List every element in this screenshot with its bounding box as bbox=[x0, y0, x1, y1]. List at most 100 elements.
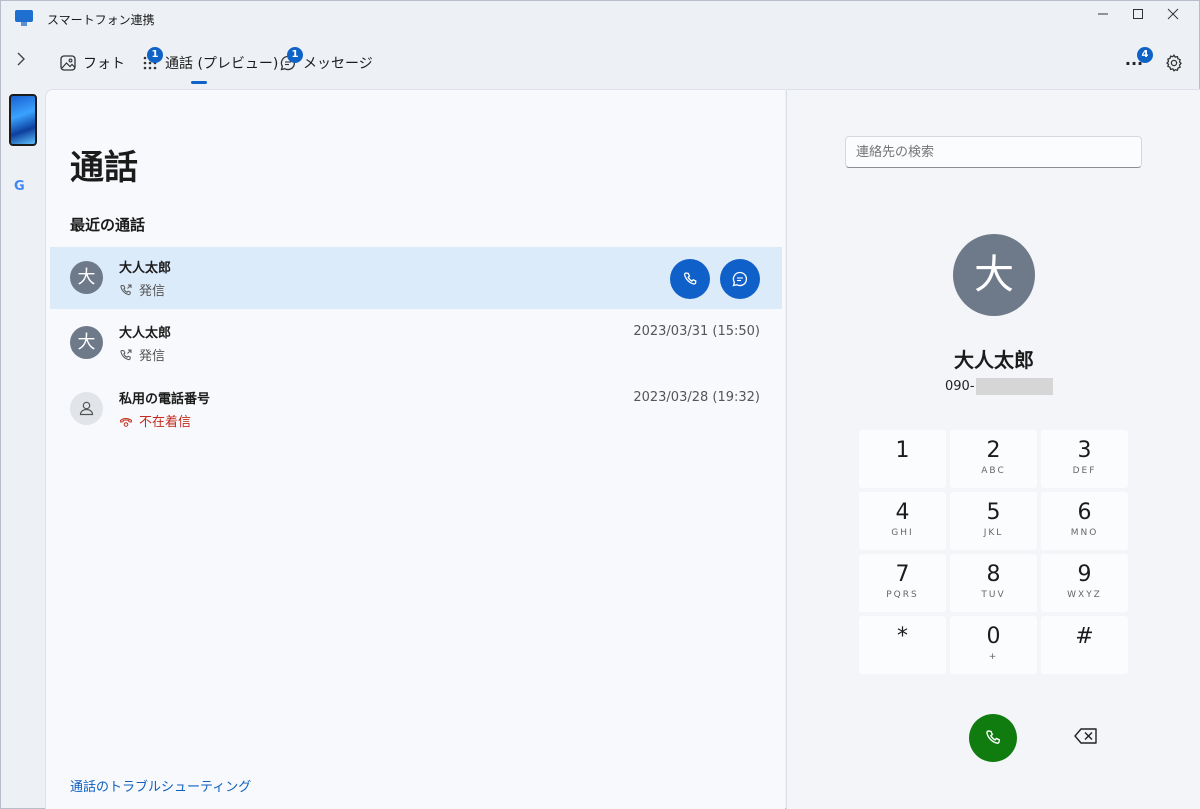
phone-icon bbox=[683, 272, 697, 285]
notification-badge: 1 bbox=[287, 47, 303, 63]
contact-avatar: 大 bbox=[953, 234, 1035, 316]
dial-key-0[interactable]: 0 + bbox=[950, 616, 1037, 674]
call-back-button[interactable] bbox=[670, 259, 710, 299]
minimize-button[interactable] bbox=[1086, 5, 1120, 27]
redacted-number bbox=[975, 378, 1053, 395]
key-letters: TUV bbox=[981, 590, 1006, 600]
phone-device-thumbnail[interactable] bbox=[9, 94, 37, 146]
key-letters: MNO bbox=[1070, 528, 1099, 538]
call-status-label: 発信 bbox=[139, 284, 166, 299]
tab-label: メッセージ bbox=[303, 56, 373, 72]
app-window: スマートフォン連携 フォト 1 通話 (プレビュー) 1 メッセージ ... 4… bbox=[0, 0, 1200, 809]
missed-call-icon bbox=[119, 417, 133, 427]
dial-key-1[interactable]: 1 bbox=[859, 430, 946, 488]
avatar bbox=[70, 392, 103, 425]
tab-messages[interactable]: 1 メッセージ bbox=[279, 47, 373, 75]
notification-badge: 1 bbox=[147, 47, 163, 63]
dial-key-star[interactable]: * bbox=[859, 616, 946, 674]
call-list-item[interactable]: 私用の電話番号 不在着信 2023/03/28 (19:32) bbox=[50, 378, 782, 440]
calls-panel: 通話 最近の通話 大 大人太郎 発信 大 大人太郎 発信 2023/03/31 … bbox=[45, 89, 785, 809]
tab-photos[interactable]: フォト bbox=[59, 51, 125, 75]
caller-name: 大人太郎 bbox=[119, 261, 172, 276]
troubleshoot-link[interactable]: 通話のトラブルシューティング bbox=[70, 776, 251, 795]
contact-number-prefix: 090- bbox=[945, 379, 975, 394]
dialer-panel: 大 大人太郎 090- 1 2 ABC 3 DEF 4 GHI 5 JKL 6 MNO 7… bbox=[786, 89, 1200, 809]
phone-icon bbox=[986, 730, 1001, 744]
caller-name: 私用の電話番号 bbox=[119, 392, 211, 407]
title-bar: スマートフォン連携 bbox=[1, 1, 1199, 37]
key-letters: JKL bbox=[983, 528, 1004, 538]
place-call-button[interactable] bbox=[969, 714, 1017, 762]
dial-key-6[interactable]: 6 MNO bbox=[1041, 492, 1128, 550]
key-letters: WXYZ bbox=[1067, 590, 1102, 600]
device-rail: G bbox=[1, 87, 45, 809]
app-logo-icon bbox=[15, 10, 33, 26]
key-digit: 7 bbox=[895, 562, 910, 587]
call-list-item[interactable]: 大 大人太郎 発信 bbox=[50, 247, 782, 309]
dial-key-hash[interactable]: # bbox=[1041, 616, 1128, 674]
call-list-item[interactable]: 大 大人太郎 発信 2023/03/31 (15:50) bbox=[50, 312, 782, 374]
key-letters: ABC bbox=[981, 466, 1006, 476]
message-icon bbox=[732, 271, 748, 287]
dial-key-9[interactable]: 9 WXYZ bbox=[1041, 554, 1128, 612]
person-icon bbox=[79, 401, 94, 416]
backspace-button[interactable] bbox=[1073, 726, 1099, 746]
send-message-button[interactable] bbox=[720, 259, 760, 299]
close-icon bbox=[1167, 8, 1179, 20]
call-status-label: 不在着信 bbox=[139, 415, 192, 430]
active-tab-indicator bbox=[191, 81, 207, 84]
key-digit: * bbox=[897, 624, 908, 649]
dial-key-2[interactable]: 2 ABC bbox=[950, 430, 1037, 488]
outgoing-call-icon bbox=[120, 284, 132, 295]
call-status: 発信 bbox=[119, 345, 165, 364]
gear-icon bbox=[1166, 54, 1182, 72]
maximize-icon bbox=[1133, 9, 1143, 19]
expand-sidebar-button[interactable] bbox=[15, 51, 31, 71]
key-digit: 2 bbox=[986, 438, 1001, 463]
dial-key-8[interactable]: 8 TUV bbox=[950, 554, 1037, 612]
key-letters: + bbox=[988, 652, 999, 662]
message-icon: 1 bbox=[279, 47, 303, 72]
dial-key-3[interactable]: 3 DEF bbox=[1041, 430, 1128, 488]
settings-button[interactable] bbox=[1164, 53, 1184, 73]
key-letters: DEF bbox=[1072, 466, 1097, 476]
notification-badge: 4 bbox=[1137, 47, 1153, 63]
key-digit: 8 bbox=[986, 562, 1001, 587]
window-title: スマートフォン連携 bbox=[47, 13, 155, 27]
call-status-label: 発信 bbox=[139, 349, 166, 364]
tab-label: 通話 (プレビュー) bbox=[165, 56, 279, 72]
page-title: 通話 bbox=[70, 148, 138, 188]
call-timestamp: 2023/03/31 (15:50) bbox=[633, 324, 760, 339]
key-digit: 5 bbox=[986, 500, 1001, 525]
call-timestamp: 2023/03/28 (19:32) bbox=[633, 390, 760, 405]
caller-name: 大人太郎 bbox=[119, 326, 172, 341]
chevron-right-icon bbox=[17, 52, 25, 66]
backspace-icon bbox=[1074, 728, 1097, 744]
key-letters: PQRS bbox=[886, 590, 919, 600]
key-digit: 4 bbox=[895, 500, 910, 525]
tab-label: フォト bbox=[83, 56, 125, 72]
dial-key-4[interactable]: 4 GHI bbox=[859, 492, 946, 550]
key-digit: # bbox=[1075, 624, 1094, 649]
contact-search-input[interactable] bbox=[845, 136, 1142, 168]
tab-calls[interactable]: 1 通話 (プレビュー) bbox=[141, 47, 279, 75]
key-digit: 6 bbox=[1077, 500, 1092, 525]
key-digit: 9 bbox=[1077, 562, 1092, 587]
dial-key-7[interactable]: 7 PQRS bbox=[859, 554, 946, 612]
outgoing-call-icon bbox=[120, 349, 132, 360]
minimize-icon bbox=[1098, 13, 1108, 15]
contact-number: 090- bbox=[945, 378, 1053, 395]
more-options-button[interactable]: ... 4 bbox=[1121, 47, 1153, 75]
top-navigation: フォト 1 通話 (プレビュー) 1 メッセージ bbox=[1, 41, 1199, 85]
google-app-icon[interactable]: G bbox=[14, 179, 25, 194]
recent-calls-heading: 最近の通話 bbox=[70, 216, 146, 234]
key-letters: GHI bbox=[891, 528, 914, 538]
dialpad-icon: 1 bbox=[141, 47, 163, 72]
maximize-button[interactable] bbox=[1121, 5, 1155, 27]
avatar: 大 bbox=[70, 326, 103, 359]
close-button[interactable] bbox=[1156, 5, 1190, 27]
call-status: 発信 bbox=[119, 280, 165, 299]
dial-key-5[interactable]: 5 JKL bbox=[950, 492, 1037, 550]
call-status: 不在着信 bbox=[119, 411, 191, 430]
key-digit: 3 bbox=[1077, 438, 1092, 463]
